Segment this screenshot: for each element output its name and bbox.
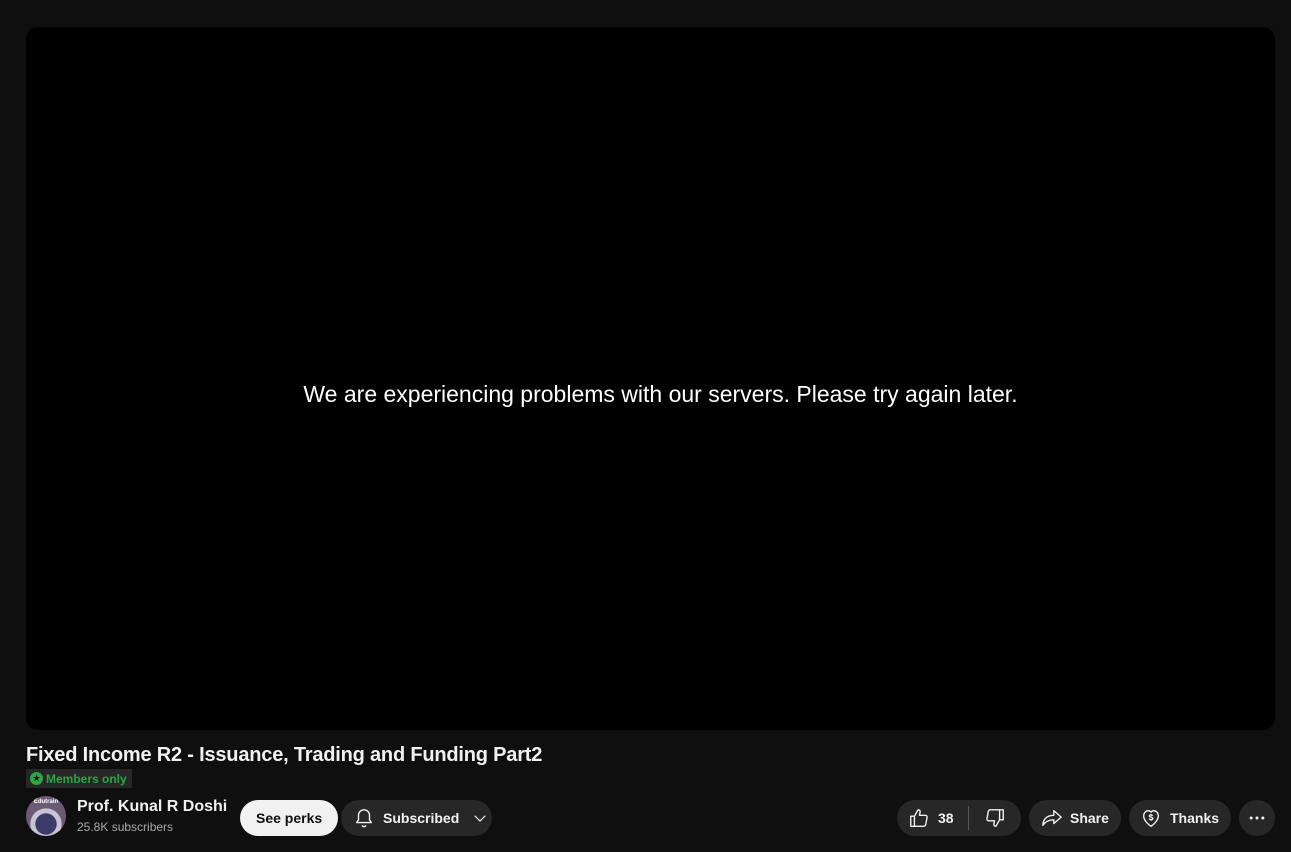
channel-avatar[interactable]: Edutrain [26, 796, 66, 836]
like-count: 38 [938, 810, 954, 826]
channel-info: Prof. Kunal R Doshi 25.8K subscribers [77, 796, 227, 836]
bell-icon [353, 807, 375, 829]
share-arrow-icon [1040, 807, 1064, 829]
members-star-icon: ★ [30, 772, 43, 785]
like-dislike-group: 38 [897, 800, 1021, 836]
player-error-message: We are experiencing problems with our se… [303, 381, 1018, 407]
channel-name[interactable]: Prof. Kunal R Doshi [77, 796, 227, 818]
avatar-logo-text: Edutrain [33, 799, 59, 805]
video-title: Fixed Income R2 - Issuance, Trading and … [26, 744, 543, 766]
thumbs-down-icon [984, 807, 1006, 829]
see-perks-button[interactable]: See perks [240, 800, 339, 836]
subscribed-button[interactable]: Subscribed [341, 800, 492, 836]
channel-owner: Edutrain Prof. Kunal R Doshi 25.8K subsc… [26, 796, 227, 836]
share-label: Share [1070, 810, 1109, 826]
heart-dollar-icon [1140, 807, 1162, 829]
see-perks-label: See perks [256, 810, 323, 826]
members-only-label: Members only [46, 771, 127, 786]
more-horizontal-icon [1247, 808, 1267, 828]
more-actions-button[interactable] [1239, 800, 1275, 836]
chevron-down-icon [471, 809, 489, 827]
subscribed-label: Subscribed [383, 810, 460, 826]
members-only-badge: ★ Members only [26, 769, 132, 788]
subscriber-count: 25.8K subscribers [77, 820, 174, 834]
thanks-label: Thanks [1170, 810, 1220, 826]
video-player[interactable]: We are experiencing problems with our se… [26, 27, 1275, 730]
thanks-button[interactable]: Thanks [1129, 800, 1231, 836]
dislike-button[interactable] [969, 800, 1021, 836]
thumbs-up-icon [908, 807, 930, 829]
like-button[interactable]: 38 [897, 800, 968, 836]
share-button[interactable]: Share [1029, 800, 1121, 836]
